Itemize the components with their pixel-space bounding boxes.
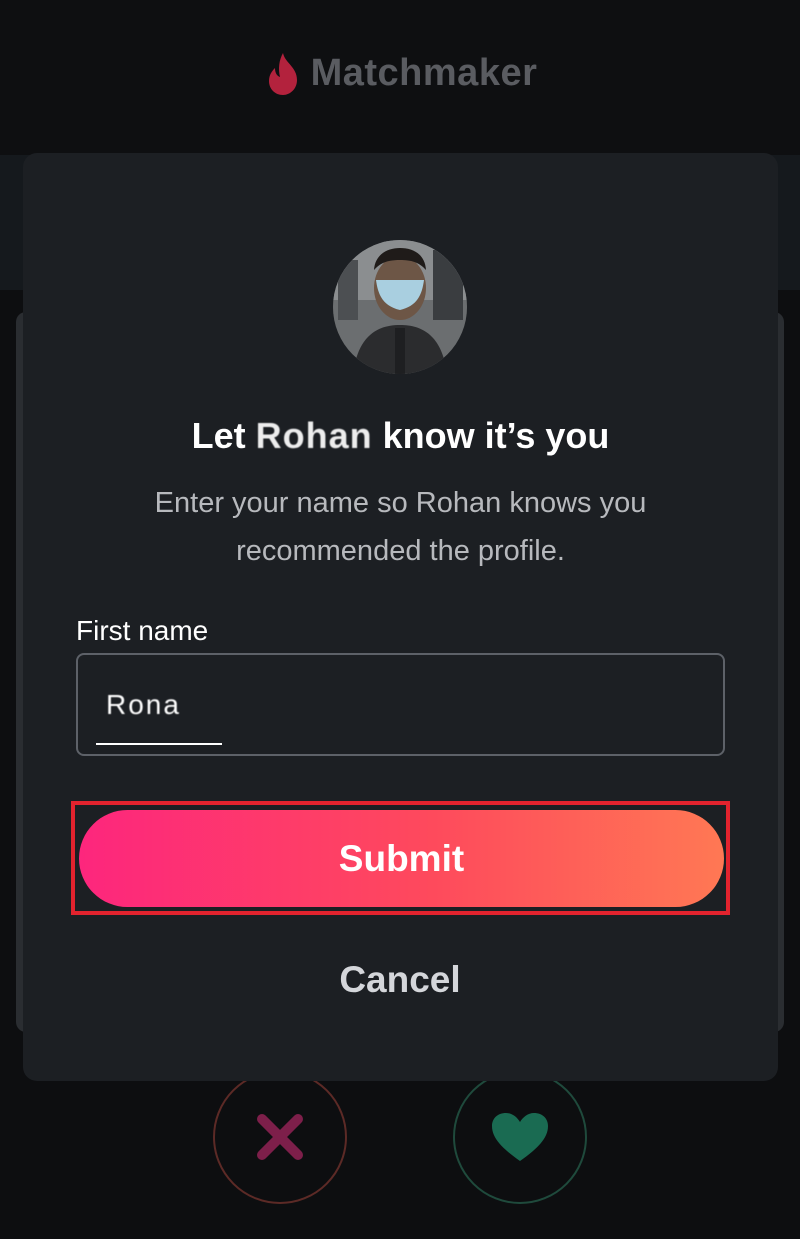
profile-avatar — [333, 240, 467, 374]
first-name-value: Rona — [106, 688, 181, 720]
cancel-button[interactable]: Cancel — [250, 945, 550, 1015]
modal-heading: Let Rohan know it’s you — [23, 415, 778, 457]
heading-prefix: Let — [191, 415, 256, 456]
recommend-modal: Let Rohan know it’s you Enter your name … — [23, 153, 778, 1081]
modal-description: Enter your name so Rohan knows you recom… — [154, 487, 647, 567]
screen: Matchmaker Let Rohan know it’s you Enter… — [0, 0, 800, 1239]
heart-icon — [492, 1113, 548, 1161]
submit-button[interactable]: Submit — [79, 810, 724, 907]
heading-name: Rohan — [255, 415, 373, 456]
heading-suffix: know it’s you — [372, 415, 610, 456]
first-name-label: First name — [76, 615, 209, 646]
app-header: Matchmaker — [0, 0, 800, 155]
flame-icon — [268, 52, 297, 95]
first-name-input[interactable]: Rona — [76, 653, 725, 756]
input-underline — [96, 743, 222, 745]
brand-logo: Matchmaker — [263, 51, 538, 97]
nope-button[interactable] — [213, 1070, 347, 1204]
brand-name: Matchmaker — [310, 52, 538, 94]
avatar-photo — [333, 240, 467, 374]
like-button[interactable] — [453, 1070, 587, 1204]
x-icon — [257, 1114, 303, 1160]
